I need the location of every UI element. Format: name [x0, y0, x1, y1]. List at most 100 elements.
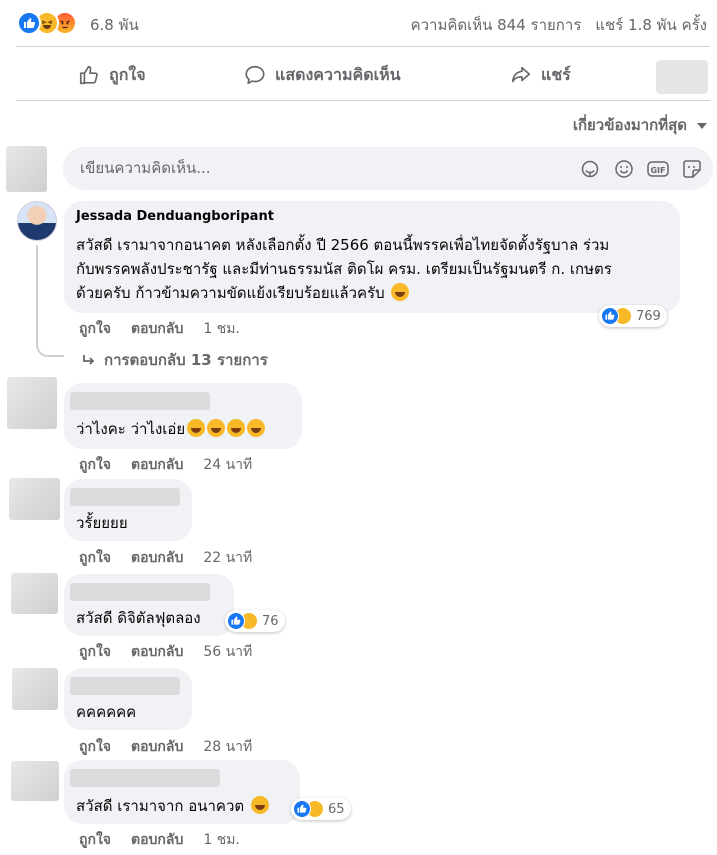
- comment-text: ว่าไงคะ ว่าไงเอ่ย: [76, 419, 266, 439]
- comment-text: สวัสดี เรามาจาก อนาควต: [76, 796, 269, 816]
- like-label: ถูกใจ: [109, 64, 146, 84]
- comment-text: ด้วยครับ ก้าวข้ามความขัดแย้งเรียบร้อยแล้…: [76, 283, 410, 303]
- reaction-count[interactable]: 6.8 พัน: [90, 13, 139, 37]
- share-button[interactable]: แชร์: [510, 55, 571, 95]
- comment-reply-button[interactable]: ตอบกลับ: [131, 644, 183, 660]
- laugh-emoji-icon: [207, 419, 226, 437]
- comment-time[interactable]: 22 นาที: [203, 550, 252, 566]
- avatar[interactable]: [12, 668, 58, 710]
- thumbs-up-icon: [79, 65, 98, 85]
- comment-text: สวัสดี เรามาจากอนาคต หลังเลือกตั้ง ปี 25…: [76, 236, 610, 254]
- like-icon: [293, 800, 311, 818]
- comment-bubble: Jessada Denduangboripant สวัสดี เรามาจาก…: [64, 201, 680, 313]
- avatar[interactable]: [9, 478, 60, 520]
- sticker-sheet-icon[interactable]: [681, 158, 703, 180]
- comment-meta: ถูกใจ ตอบกลับ 28 นาที: [79, 736, 252, 758]
- comment-like-button[interactable]: ถูกใจ: [79, 832, 111, 848]
- comment-meta: ถูกใจ ตอบกลับ 1 ชม.: [79, 318, 240, 340]
- share-icon: [511, 66, 531, 83]
- comment-author[interactable]: [70, 488, 180, 506]
- comment-time[interactable]: 56 นาที: [203, 644, 252, 660]
- like-icon: [601, 307, 619, 325]
- divider: [16, 100, 710, 101]
- divider: [16, 46, 710, 47]
- comment-like-button[interactable]: ถูกใจ: [79, 457, 111, 473]
- avatar[interactable]: [11, 573, 58, 614]
- laugh-emoji-icon: [247, 419, 266, 437]
- comment-reply-button[interactable]: ตอบกลับ: [131, 550, 183, 566]
- comment-bubble: สวัสดี เรามาจาก อนาควต: [64, 760, 300, 824]
- grin-emoji-icon: [250, 796, 269, 814]
- reply-arrow-icon: [83, 355, 95, 365]
- comment-meta: ถูกใจ ตอบกลับ 1 ชม.: [79, 829, 240, 851]
- comment-time[interactable]: 1 ชม.: [203, 832, 240, 848]
- comment-meta: ถูกใจ ตอบกลับ 24 นาที: [79, 454, 252, 476]
- gif-icon[interactable]: GIF: [647, 158, 669, 180]
- comment-like-button[interactable]: ถูกใจ: [79, 550, 111, 566]
- laugh-emoji-icon: [227, 419, 246, 437]
- comment-bubble: สวัสดี ดิจิตัลฟุตลอง: [64, 574, 234, 636]
- comment-bubble: คคคคคค: [64, 668, 192, 730]
- comment-text: กับพรรคพลังประชารัฐ และมีท่านธรรมนัส ติด…: [76, 260, 612, 278]
- comment-label: แสดงความคิดเห็น: [275, 64, 401, 84]
- avatar[interactable]: [17, 201, 57, 241]
- avatar[interactable]: [7, 377, 57, 429]
- comment-time[interactable]: 1 ชม.: [203, 321, 240, 337]
- reaction-count: 769: [636, 308, 661, 324]
- comment-button[interactable]: แสดงความคิดเห็น: [244, 55, 401, 95]
- comment-input[interactable]: [80, 159, 500, 177]
- comment-text: คคคคคค: [76, 703, 137, 721]
- stats-right: ความคิดเห็น 844 รายการ แชร์ 1.8 พัน ครั้ง: [411, 13, 707, 37]
- comment-reply-button[interactable]: ตอบกลับ: [131, 832, 183, 848]
- post-stats: 6.8 พัน ความคิดเห็น 844 รายการ แชร์ 1.8 พ…: [0, 0, 717, 46]
- reaction-count: 65: [328, 801, 345, 817]
- composer-icons: GIF: [579, 158, 703, 180]
- comment-author[interactable]: [70, 769, 220, 787]
- laugh-emoji-icon: [187, 419, 206, 437]
- comment-text: สวัสดี ดิจิตัลฟุตลอง: [76, 609, 201, 627]
- comment-reactions[interactable]: 65: [291, 798, 351, 820]
- sticker-icon[interactable]: [579, 158, 601, 180]
- view-replies-link[interactable]: การตอบกลับ 13 รายการ: [82, 348, 268, 372]
- comment-bubble: ว่าไงคะ ว่าไงเอ่ย: [64, 383, 302, 449]
- emoji-icon[interactable]: [613, 158, 635, 180]
- replies-label: การตอบกลับ 13 รายการ: [104, 351, 268, 369]
- comment-time[interactable]: 28 นาที: [203, 739, 252, 755]
- page-avatar-selector[interactable]: [656, 60, 708, 94]
- comment-author[interactable]: [70, 677, 180, 695]
- comment-composer: GIF: [63, 147, 713, 190]
- share-label: แชร์: [541, 64, 571, 84]
- comment-author[interactable]: Jessada Denduangboripant: [76, 209, 274, 224]
- like-button[interactable]: ถูกใจ: [78, 55, 146, 95]
- avatar[interactable]: [6, 146, 47, 192]
- comment-like-button[interactable]: ถูกใจ: [79, 321, 111, 337]
- thread-line: [36, 245, 64, 357]
- comment-like-button[interactable]: ถูกใจ: [79, 739, 111, 755]
- comment-reply-button[interactable]: ตอบกลับ: [131, 321, 183, 337]
- grin-emoji-icon: [391, 283, 410, 301]
- comment-bubble: วรั้ยยยย: [64, 479, 192, 541]
- comment-icon: [245, 65, 265, 85]
- comment-meta: ถูกใจ ตอบกลับ 56 นาที: [79, 641, 252, 663]
- avatar[interactable]: [11, 761, 59, 801]
- comment-meta: ถูกใจ ตอบกลับ 22 นาที: [79, 547, 252, 569]
- comment-author[interactable]: [70, 392, 210, 410]
- share-count[interactable]: แชร์ 1.8 พัน ครั้ง: [595, 16, 707, 34]
- action-bar: ถูกใจ แสดงความคิดเห็น แชร์: [16, 48, 710, 100]
- comment-reply-button[interactable]: ตอบกลับ: [131, 457, 183, 473]
- comment-like-button[interactable]: ถูกใจ: [79, 644, 111, 660]
- comment-reactions[interactable]: 769: [599, 305, 667, 327]
- svg-text:GIF: GIF: [650, 166, 665, 175]
- comment-sort-dropdown[interactable]: เกี่ยวข้องมากที่สุด: [573, 113, 707, 137]
- comment-time[interactable]: 24 นาที: [203, 457, 252, 473]
- chevron-down-icon: [697, 123, 707, 129]
- comment-count[interactable]: ความคิดเห็น 844 รายการ: [411, 16, 582, 34]
- comment-text: วรั้ยยยย: [76, 514, 128, 532]
- comment-reply-button[interactable]: ตอบกลับ: [131, 739, 183, 755]
- sort-label: เกี่ยวข้องมากที่สุด: [572, 116, 687, 134]
- reaction-count: 76: [262, 613, 279, 629]
- like-icon: [17, 11, 41, 35]
- comment-reactions[interactable]: 76: [225, 610, 285, 632]
- comment-author[interactable]: [70, 583, 210, 601]
- like-icon: [227, 612, 245, 630]
